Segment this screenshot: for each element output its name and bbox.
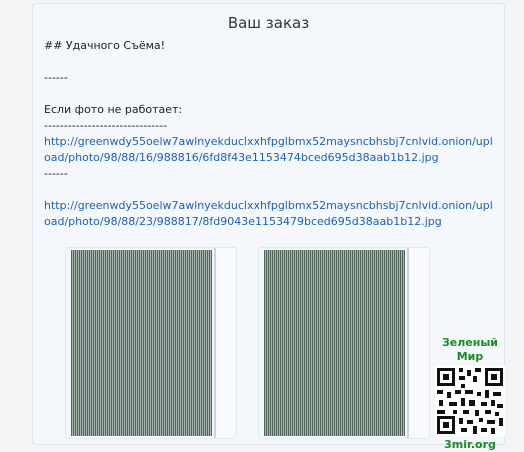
watermark-site: 3mir.org	[444, 438, 496, 451]
photo-thumbnail-1[interactable]	[65, 247, 237, 439]
thumbnail-frame	[407, 248, 429, 438]
watermark-qr: Зеленый Мир 3mir.org	[430, 336, 510, 451]
message-line: -------------------------------	[44, 119, 168, 132]
message-line	[44, 86, 494, 102]
message-line: ------	[44, 167, 68, 180]
thumbnail-frame	[214, 248, 236, 438]
message-line: ------	[44, 71, 68, 84]
photo-image-1	[71, 250, 212, 436]
message-line	[44, 54, 494, 70]
order-message: ## Удачного Съёма! ------ Если фото не р…	[44, 38, 494, 230]
message-line: ## Удачного Съёма!	[44, 39, 166, 52]
qr-code-icon	[435, 366, 505, 436]
photo-link-1[interactable]: http://greenwdy55oelw7awlnyekduclxxhfpgl…	[44, 134, 494, 166]
order-title: Ваш заказ	[227, 14, 310, 32]
photo-link-2[interactable]: http://greenwdy55oelw7awlnyekduclxxhfpgl…	[44, 198, 494, 230]
watermark-title: Зеленый Мир	[441, 336, 499, 363]
photo-thumbnail-2[interactable]	[258, 247, 430, 439]
photo-image-2	[264, 250, 405, 436]
message-line: Если фото не работает:	[44, 103, 183, 116]
